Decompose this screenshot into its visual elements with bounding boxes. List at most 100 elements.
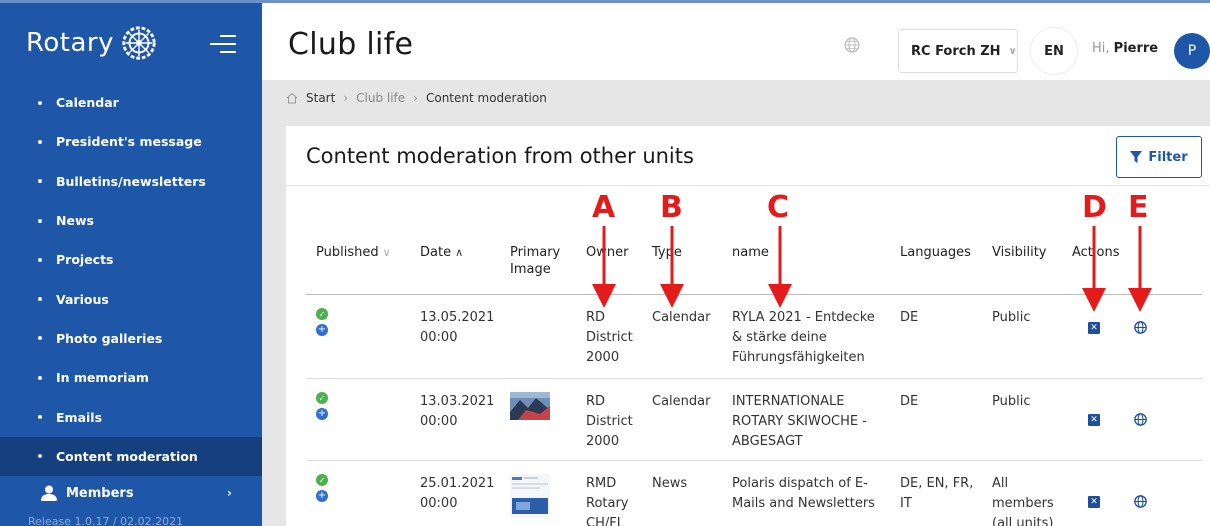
cell-date: 13.05.2021 00:00: [420, 308, 494, 348]
sidebar-item-various[interactable]: Various: [0, 279, 262, 318]
person-icon: [41, 485, 57, 501]
add-icon[interactable]: +: [316, 490, 328, 502]
sidebar-item-news[interactable]: News: [0, 201, 262, 240]
column-header-type[interactable]: Type: [652, 244, 682, 261]
cell-name[interactable]: INTERNATIONALE ROTARY SKIWOCHE - ABGESAGT: [732, 392, 867, 452]
globe-icon[interactable]: [1134, 321, 1147, 334]
bullet-icon: [38, 139, 42, 144]
home-icon[interactable]: [286, 92, 298, 104]
primary-image-thumbnail[interactable]: [510, 474, 550, 518]
bullet-icon: [38, 415, 42, 420]
sidebar-item-label: Bulletins/newsletters: [56, 173, 206, 189]
name-line: & stärke deine: [732, 330, 827, 345]
column-header-languages[interactable]: Languages: [900, 244, 971, 261]
column-header-primary-image[interactable]: Primary Image: [510, 244, 560, 278]
chevron-down-icon: ∨: [1008, 45, 1017, 57]
published-check-icon: ✓: [316, 474, 328, 486]
published-check-icon: ✓: [316, 308, 328, 320]
column-header-published[interactable]: Published ∨: [316, 244, 391, 261]
breadcrumb-separator-icon: ›: [343, 91, 349, 105]
brand[interactable]: Rotary: [0, 3, 262, 83]
cell-name[interactable]: Polaris dispatch of E- Mails and Newslett…: [732, 474, 875, 514]
sidebar-item-bulletins[interactable]: Bulletins/newsletters: [0, 162, 262, 201]
annotation-label-a: A: [592, 190, 616, 225]
divider: [286, 185, 1210, 186]
cell-languages: DE: [900, 310, 919, 325]
languages-line: IT: [900, 496, 912, 511]
breadcrumb-start[interactable]: Start: [306, 91, 335, 105]
column-header-name[interactable]: name: [732, 244, 769, 261]
sidebar-item-projects[interactable]: Projects: [0, 240, 262, 279]
annotation-label-b: B: [660, 190, 683, 225]
menu-toggle-icon[interactable]: [210, 35, 236, 55]
cell-type: Calendar: [652, 394, 711, 409]
column-header-owner[interactable]: Owner: [586, 244, 628, 261]
sidebar-item-content-moderation[interactable]: Content moderation: [0, 436, 262, 476]
cell-languages: DE, EN, FR, IT: [900, 474, 973, 514]
globe-icon[interactable]: [844, 37, 860, 53]
status-indicator: ✓ +: [316, 392, 328, 420]
cell-type: Calendar: [652, 310, 711, 325]
filter-button[interactable]: Filter: [1116, 136, 1202, 178]
visibility-line: All: [992, 476, 1009, 491]
cell-owner: RD District 2000: [586, 392, 633, 452]
globe-icon[interactable]: [1134, 413, 1147, 426]
card-title: Content moderation from other units: [306, 144, 694, 168]
bullet-icon: [38, 375, 42, 380]
owner-line: District: [586, 330, 633, 345]
row-divider: [306, 460, 1202, 461]
user-greeting: Hi, Pierre: [1092, 41, 1158, 56]
cell-type: News: [652, 476, 688, 491]
club-selector-value: RC Forch ZH: [911, 43, 1001, 59]
column-header-date[interactable]: Date ∧: [420, 244, 463, 261]
filter-label: Filter: [1148, 149, 1188, 165]
owner-line: CH/FL: [586, 516, 624, 526]
add-icon[interactable]: +: [316, 324, 328, 336]
name-line: ABGESAGT: [732, 434, 803, 449]
reject-icon[interactable]: ✕: [1088, 496, 1100, 508]
sidebar-item-presidents-message[interactable]: President's message: [0, 122, 262, 161]
sidebar-item-calendar[interactable]: Calendar: [0, 83, 262, 122]
time-value: 00:00: [420, 496, 458, 511]
sidebar-item-emails[interactable]: Emails: [0, 397, 262, 436]
annotation-label-d: D: [1082, 190, 1107, 225]
bullet-icon: [38, 336, 42, 341]
sidebar-item-label: Members: [66, 485, 134, 501]
header-label: Date: [420, 245, 452, 260]
published-check-icon: ✓: [316, 392, 328, 404]
owner-line: District: [586, 414, 633, 429]
sidebar-item-label: News: [56, 213, 94, 229]
sidebar-item-label: Content moderation: [56, 448, 198, 464]
cell-name[interactable]: RYLA 2021 - Entdecke & stärke deine Führun…: [732, 308, 875, 368]
filter-icon: [1130, 151, 1143, 163]
language-button[interactable]: EN: [1030, 27, 1078, 75]
name-line: RYLA 2021 - Entdecke: [732, 310, 875, 325]
breadcrumb-club-life[interactable]: Club life: [356, 91, 405, 105]
bullet-icon: [38, 454, 42, 459]
globe-icon[interactable]: [1134, 495, 1147, 508]
cell-date: 13.03.2021 00:00: [420, 392, 494, 432]
sidebar-item-photo-galleries[interactable]: Photo galleries: [0, 319, 262, 358]
sidebar-item-in-memoriam[interactable]: In memoriam: [0, 358, 262, 397]
annotation-label-e: E: [1128, 190, 1149, 225]
reject-icon[interactable]: ✕: [1088, 322, 1100, 334]
owner-line: RD: [586, 310, 606, 325]
column-header-visibility[interactable]: Visibility: [992, 244, 1046, 261]
user-name: Pierre: [1113, 41, 1159, 56]
row-divider: [306, 378, 1202, 379]
sidebar-item-label: Emails: [56, 409, 103, 425]
reject-icon[interactable]: ✕: [1088, 414, 1100, 426]
bullet-icon: [38, 179, 42, 184]
cell-languages: DE: [900, 394, 919, 409]
greeting-prefix: Hi,: [1092, 41, 1110, 56]
avatar[interactable]: P: [1174, 33, 1210, 69]
owner-line: 2000: [586, 350, 620, 365]
page-title: Club life: [288, 27, 414, 62]
primary-image-thumbnail[interactable]: [510, 392, 550, 420]
add-icon[interactable]: +: [316, 408, 328, 420]
club-selector[interactable]: RC Forch ZH ∨: [898, 29, 1018, 73]
sidebar-item-members[interactable]: Members ›: [0, 475, 262, 511]
cell-visibility: Public: [992, 310, 1031, 325]
breadcrumb: Start › Club life › Content moderation: [286, 89, 547, 107]
sidebar-item-label: Various: [56, 291, 109, 307]
